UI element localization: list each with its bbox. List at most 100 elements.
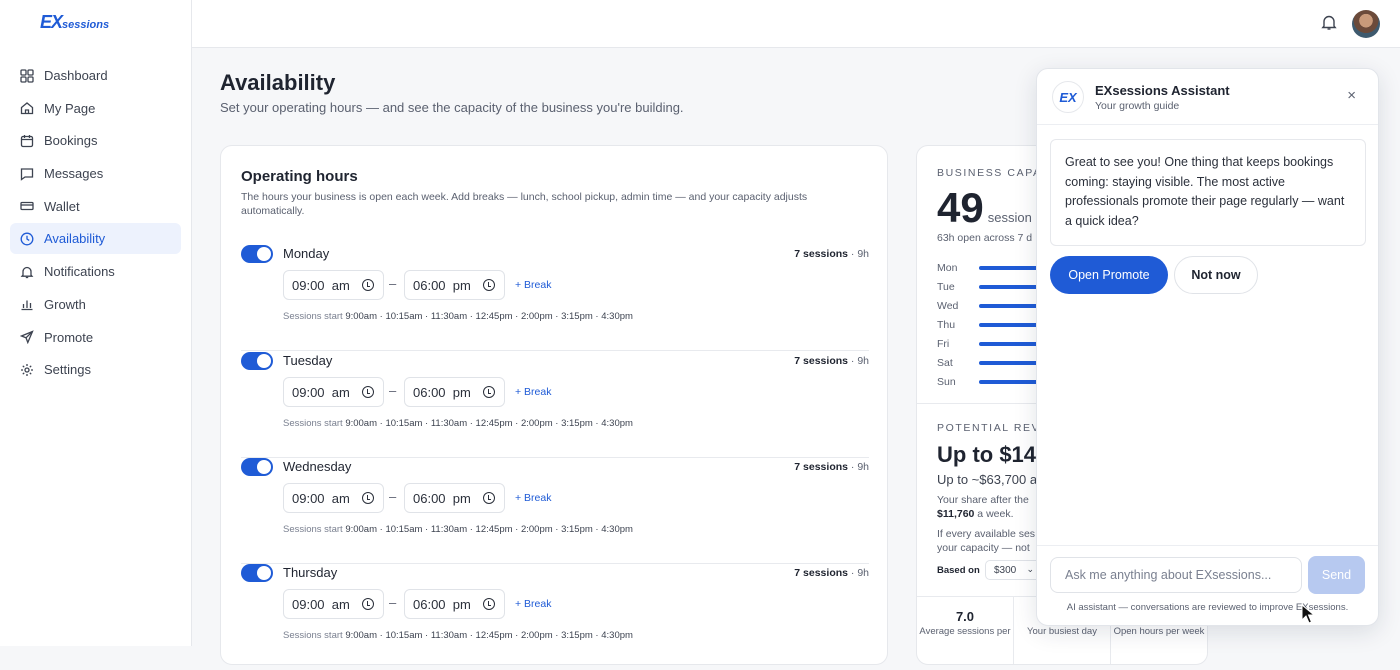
revenue-note-line: your capacity — not <box>937 542 1030 554</box>
day-name: Wednesday <box>283 459 352 474</box>
sidebar-item-promote[interactable]: Promote <box>10 322 181 353</box>
day-toggle[interactable] <box>241 352 273 370</box>
clock-icon[interactable] <box>362 598 374 610</box>
day-row-tuesday: Tuesday 7 sessions · 9h 09:00 am – 06:00… <box>241 352 869 458</box>
sidebar-item-label: My Page <box>44 100 96 116</box>
end-time-input[interactable]: 06:00 pm <box>404 377 505 407</box>
session-slots: Sessions start 9:00am · 10:15am · 11:30a… <box>283 524 633 535</box>
grid-icon <box>20 68 34 83</box>
slots-prefix: Sessions start <box>283 418 343 429</box>
end-time-input[interactable]: 06:00 pm <box>404 270 505 300</box>
sidebar-item-settings[interactable]: Settings <box>10 354 181 385</box>
top-bar <box>192 0 1400 48</box>
end-time-value: 06:00 pm <box>413 384 471 400</box>
assistant-input[interactable]: Ask me anything about EXsessions... <box>1050 557 1302 593</box>
start-time-input[interactable]: 09:00 am <box>283 483 384 513</box>
day-summary: 7 sessions · 9h <box>794 248 869 260</box>
price-select[interactable]: $300 ⌄ <box>985 560 1041 580</box>
send-icon <box>20 330 34 344</box>
clock-icon[interactable] <box>362 492 374 504</box>
end-time-input[interactable]: 06:00 pm <box>404 483 505 513</box>
add-break-button[interactable]: + Break <box>515 492 551 504</box>
chevron-down-icon: ⌄ <box>1026 564 1034 574</box>
time-range-dash: – <box>389 489 397 504</box>
capacity-open-hours: 63h open across 7 d <box>937 232 1033 244</box>
day-toggle[interactable] <box>241 458 273 476</box>
capacity-day-bars: Mon Tue Wed Thu Fri Sat Sun <box>937 258 1049 391</box>
sidebar-item-label: Growth <box>44 296 86 312</box>
logo-ex: EX <box>40 12 63 32</box>
day-name: Monday <box>283 246 330 261</box>
not-now-button[interactable]: Not now <box>1174 256 1258 294</box>
day-hours: · 9h <box>850 567 869 579</box>
clock-icon[interactable] <box>362 386 374 398</box>
day-hours: · 9h <box>850 355 869 367</box>
day-bar-label: Sun <box>937 375 956 388</box>
revenue-share-suffix: a week. <box>974 508 1014 520</box>
close-icon[interactable]: × <box>1347 87 1356 104</box>
clock-icon[interactable] <box>483 492 495 504</box>
day-bar-label: Thu <box>937 318 956 331</box>
sidebar: EX sessions Dashboard My Page Bookings Me… <box>0 0 192 646</box>
end-time-input[interactable]: 06:00 pm <box>404 589 505 619</box>
session-slots: Sessions start 9:00am · 10:15am · 11:30a… <box>283 630 633 641</box>
day-row-wednesday: Wednesday 7 sessions · 9h 09:00 am – 06:… <box>241 458 869 564</box>
revenue-annual: Up to ~$63,700 a <box>937 472 1038 487</box>
day-bar: Sun <box>937 372 1049 391</box>
slots-prefix: Sessions start <box>283 311 343 322</box>
clock-icon[interactable] <box>483 598 495 610</box>
day-sessions: 7 sessions <box>794 248 848 260</box>
day-bar-label: Wed <box>937 299 959 312</box>
day-toggle[interactable] <box>241 564 273 582</box>
add-break-button[interactable]: + Break <box>515 386 551 398</box>
divider <box>1037 545 1378 546</box>
clock-icon[interactable] <box>483 386 495 398</box>
start-time-value: 09:00 am <box>292 384 350 400</box>
start-time-value: 09:00 am <box>292 490 350 506</box>
day-bar: Wed <box>937 296 1049 315</box>
stat-value: 7.0 <box>955 609 975 624</box>
start-time-input[interactable]: 09:00 am <box>283 589 384 619</box>
gear-icon <box>21 363 33 376</box>
sidebar-item-wallet[interactable]: Wallet <box>10 191 181 222</box>
start-time-input[interactable]: 09:00 am <box>283 377 384 407</box>
assistant-logo: EX <box>1052 81 1084 113</box>
clock-icon[interactable] <box>362 279 374 291</box>
avatar[interactable] <box>1352 10 1380 38</box>
day-toggle[interactable] <box>241 245 273 263</box>
sidebar-item-bookings[interactable]: Bookings <box>10 125 181 156</box>
sidebar-item-availability[interactable]: Availability <box>10 223 181 255</box>
time-range-dash: – <box>389 276 397 291</box>
day-bar-label: Mon <box>937 261 958 274</box>
end-time-value: 06:00 pm <box>413 490 471 506</box>
day-bar: Sat <box>937 353 1049 372</box>
page-title: Availability <box>220 70 336 95</box>
notification-bell-icon[interactable] <box>1320 13 1338 31</box>
day-sessions: 7 sessions <box>794 461 848 473</box>
sidebar-item-dashboard[interactable]: Dashboard <box>10 60 181 91</box>
sidebar-item-growth[interactable]: Growth <box>10 289 181 320</box>
slots-times: 9:00am · 10:15am · 11:30am · 12:45pm · 2… <box>345 418 633 429</box>
send-button[interactable]: Send <box>1308 556 1365 594</box>
revenue-share-text: Your share after the <box>937 494 1029 506</box>
page-subtitle: Set your operating hours — and see the c… <box>220 100 684 115</box>
slots-prefix: Sessions start <box>283 630 343 641</box>
assistant-panel: EX EXsessions Assistant Your growth guid… <box>1036 68 1379 626</box>
clock-icon[interactable] <box>483 279 495 291</box>
sidebar-item-messages[interactable]: Messages <box>10 158 181 189</box>
sidebar-item-notifications[interactable]: Notifications <box>10 256 181 287</box>
time-range-dash: – <box>389 383 397 398</box>
stat-label: Open hours per week <box>1113 626 1205 637</box>
capacity-unit: session <box>987 210 1032 225</box>
add-break-button[interactable]: + Break <box>515 279 551 291</box>
stat-label: Average sessions per <box>919 626 1011 637</box>
sidebar-nav: Dashboard My Page Bookings Messages Wall… <box>10 60 181 387</box>
add-break-button[interactable]: + Break <box>515 598 551 610</box>
start-time-input[interactable]: 09:00 am <box>283 270 384 300</box>
open-promote-button[interactable]: Open Promote <box>1050 256 1168 294</box>
revenue-share-amount: $11,760 <box>937 508 975 520</box>
revenue-note: If every available ses your capacity — no… <box>937 527 1035 555</box>
brand-logo[interactable]: EX sessions <box>40 12 109 32</box>
capacity-value: 49 session <box>937 184 1032 232</box>
sidebar-item-my-page[interactable]: My Page <box>10 93 181 124</box>
